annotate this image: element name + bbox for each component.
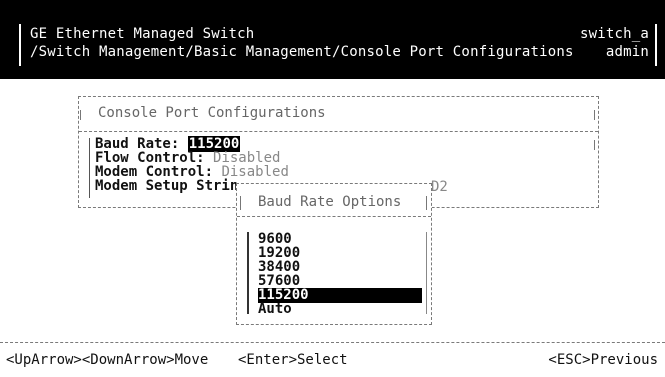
field-modem-setup-string[interactable]: Modem Setup Strin (95, 179, 238, 194)
field-list-border (89, 138, 90, 198)
panel-right-border (594, 140, 595, 150)
app-title: GE Ethernet Managed Switch (30, 26, 255, 42)
popup-title-left-border (240, 196, 241, 210)
previous-hint: <ESC>Previous (548, 352, 658, 368)
select-hint: <Enter>Select (238, 352, 348, 368)
footer-divider (0, 342, 665, 343)
move-hint: <UpArrow><DownArrow>Move (6, 352, 209, 368)
popup-divider (237, 216, 431, 217)
header-left-border (19, 24, 21, 66)
header-right-border (655, 24, 657, 66)
options-left-border (247, 232, 249, 314)
popup-title-right-border (426, 196, 427, 210)
option-auto[interactable]: Auto (258, 302, 422, 317)
username: admin (605, 44, 649, 60)
modem-setup-value-fragment: D2 (431, 179, 448, 195)
panel-divider (79, 131, 598, 132)
panel-title-left-border (80, 110, 81, 120)
section-title: Console Port Configurations (98, 105, 326, 121)
breadcrumb: /Switch Management/Basic Management/Cons… (30, 44, 574, 60)
hostname: switch_a (579, 26, 649, 42)
field-label: Modem Setup Strin (95, 178, 239, 194)
options-right-border (426, 232, 427, 314)
panel-title-right-border (594, 110, 595, 120)
header-bar: GE Ethernet Managed Switch /Switch Manag… (0, 0, 665, 79)
popup-title: Baud Rate Options (258, 194, 402, 210)
terminal-screen: GE Ethernet Managed Switch /Switch Manag… (0, 0, 665, 377)
